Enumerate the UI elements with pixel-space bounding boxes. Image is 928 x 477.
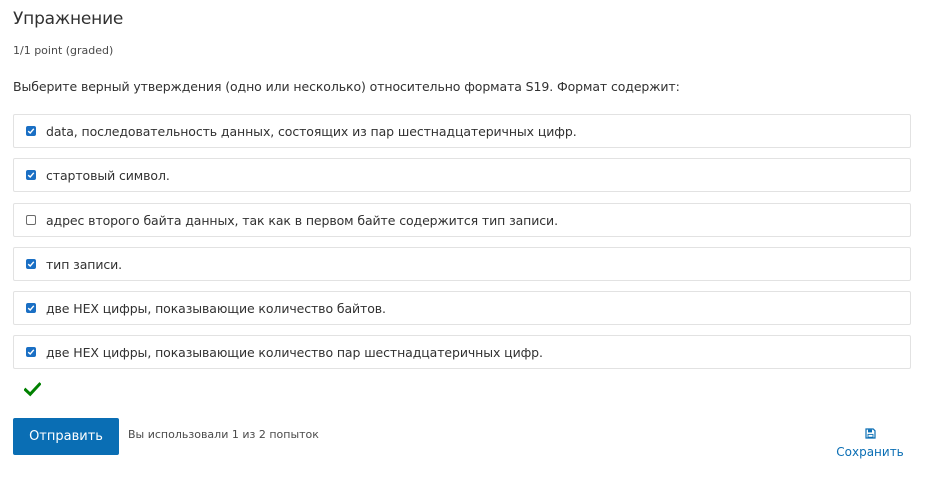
option-4[interactable]: тип записи.: [13, 247, 911, 281]
save-label: Сохранить: [836, 445, 904, 459]
checkmark-icon: [24, 382, 41, 397]
check-icon: [27, 305, 35, 312]
checkbox-checked[interactable]: [26, 347, 36, 357]
option-label: тип записи.: [46, 256, 123, 272]
option-2[interactable]: стартовый символ.: [13, 158, 911, 192]
option-3[interactable]: адрес второго байта данных, так как в пе…: [13, 203, 911, 237]
option-1[interactable]: data, последовательность данных, состоящ…: [13, 114, 911, 148]
option-label: data, последовательность данных, состоящ…: [46, 123, 577, 139]
save-button[interactable]: Сохранить: [835, 428, 905, 460]
checkbox-unchecked[interactable]: [26, 215, 36, 225]
floppy-disk-icon: [864, 428, 876, 439]
check-icon: [27, 128, 35, 135]
problem-title: Упражнение: [13, 9, 124, 29]
check-icon: [27, 261, 35, 268]
check-icon: [27, 349, 35, 356]
option-label: две HEX цифры, показывающие количество п…: [46, 344, 543, 360]
checkbox-checked[interactable]: [26, 170, 36, 180]
checkbox-checked[interactable]: [26, 303, 36, 313]
submit-button[interactable]: Отправить: [13, 418, 119, 455]
checkbox-checked[interactable]: [26, 126, 36, 136]
check-icon: [27, 172, 35, 179]
points-label: 1/1 point (graded): [13, 44, 114, 57]
option-5[interactable]: две HEX цифры, показывающие количество б…: [13, 291, 911, 325]
checkbox-checked[interactable]: [26, 259, 36, 269]
question-prompt: Выберите верный утверждения (одно или не…: [13, 79, 680, 94]
option-label: две HEX цифры, показывающие количество б…: [46, 300, 386, 316]
option-label: стартовый символ.: [46, 167, 170, 183]
attempts-text: Вы использовали 1 из 2 попыток: [128, 428, 319, 441]
option-label: адрес второго байта данных, так как в пе…: [46, 212, 558, 228]
option-6[interactable]: две HEX цифры, показывающие количество п…: [13, 335, 911, 369]
